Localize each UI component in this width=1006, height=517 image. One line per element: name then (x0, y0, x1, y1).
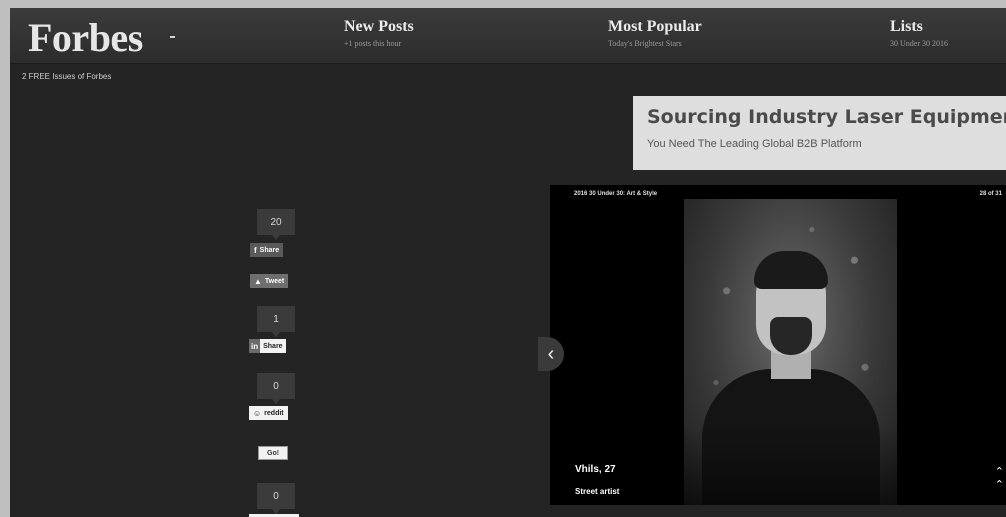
reddit-share-count: 0 (257, 373, 295, 404)
nav-most-popular[interactable]: Most Popular Today's Brightest Stars (608, 18, 702, 48)
reddit-share-label: reddit (264, 409, 284, 417)
extra-share-count: 0 (257, 483, 295, 514)
ad-subline: You Need The Leading Global B2B Platform (647, 138, 862, 150)
linkedin-share-count: 1 (257, 306, 295, 337)
nav-lists[interactable]: Lists 30 Under 30 2016 (890, 18, 948, 48)
ad-banner[interactable]: Sourcing Industry Laser Equipment? You N… (633, 96, 1006, 170)
twitter-icon: ▲ (254, 276, 262, 286)
facebook-share-count: 20 (257, 209, 295, 240)
nav-new-posts-title: New Posts (344, 18, 414, 35)
linkedin-icon: in (249, 339, 261, 353)
linkedin-share-button[interactable]: in Share (249, 339, 286, 353)
google-go-button[interactable]: Go! (258, 446, 289, 460)
nav-new-posts-subtitle: +1 posts this hour (344, 39, 402, 48)
facebook-share-button[interactable]: f Share (250, 243, 284, 257)
twitter-tweet-button[interactable]: ▲ Tweet (250, 274, 289, 288)
page-frame: Forbes New Posts +1 posts this hour Most… (10, 8, 1006, 517)
site-header: Forbes New Posts +1 posts this hour Most… (10, 8, 1006, 64)
free-issues-link[interactable]: 2 FREE Issues of Forbes (22, 72, 111, 81)
google-go-label: Go! (267, 449, 280, 457)
nav-lists-subtitle: 30 Under 30 2016 (890, 39, 948, 48)
facebook-share-label: Share (259, 246, 280, 254)
reddit-icon: ☺ (253, 408, 262, 418)
caption-gradient (550, 185, 1006, 505)
nav-most-popular-title: Most Popular (608, 18, 702, 35)
photo-slideshow[interactable]: 2016 30 Under 30: Art & Style 28 of 31 ‹… (538, 185, 1006, 505)
double-chevron-up-icon[interactable]: ⌃ ⌃ (995, 465, 1004, 491)
menu-caret-icon[interactable] (170, 36, 175, 38)
nav-most-popular-subtitle: Today's Brightest Stars (608, 39, 682, 48)
slide-caption-name: Vhils, 27 (575, 464, 616, 475)
forbes-logo[interactable]: Forbes (28, 14, 143, 61)
nav-lists-title: Lists (890, 18, 923, 35)
facebook-icon: f (254, 245, 257, 255)
linkedin-share-label: Share (263, 342, 283, 350)
reddit-share-button[interactable]: ☺ reddit (249, 406, 288, 420)
slide-caption-role: Street artist (575, 487, 620, 496)
ad-headline: Sourcing Industry Laser Equipment? (647, 106, 1006, 128)
gallery-title: 2016 30 Under 30: Art & Style (574, 191, 658, 197)
twitter-tweet-label: Tweet (264, 277, 285, 285)
slide-counter: 28 of 31 (979, 191, 1002, 197)
nav-new-posts[interactable]: New Posts +1 posts this hour (344, 18, 414, 48)
